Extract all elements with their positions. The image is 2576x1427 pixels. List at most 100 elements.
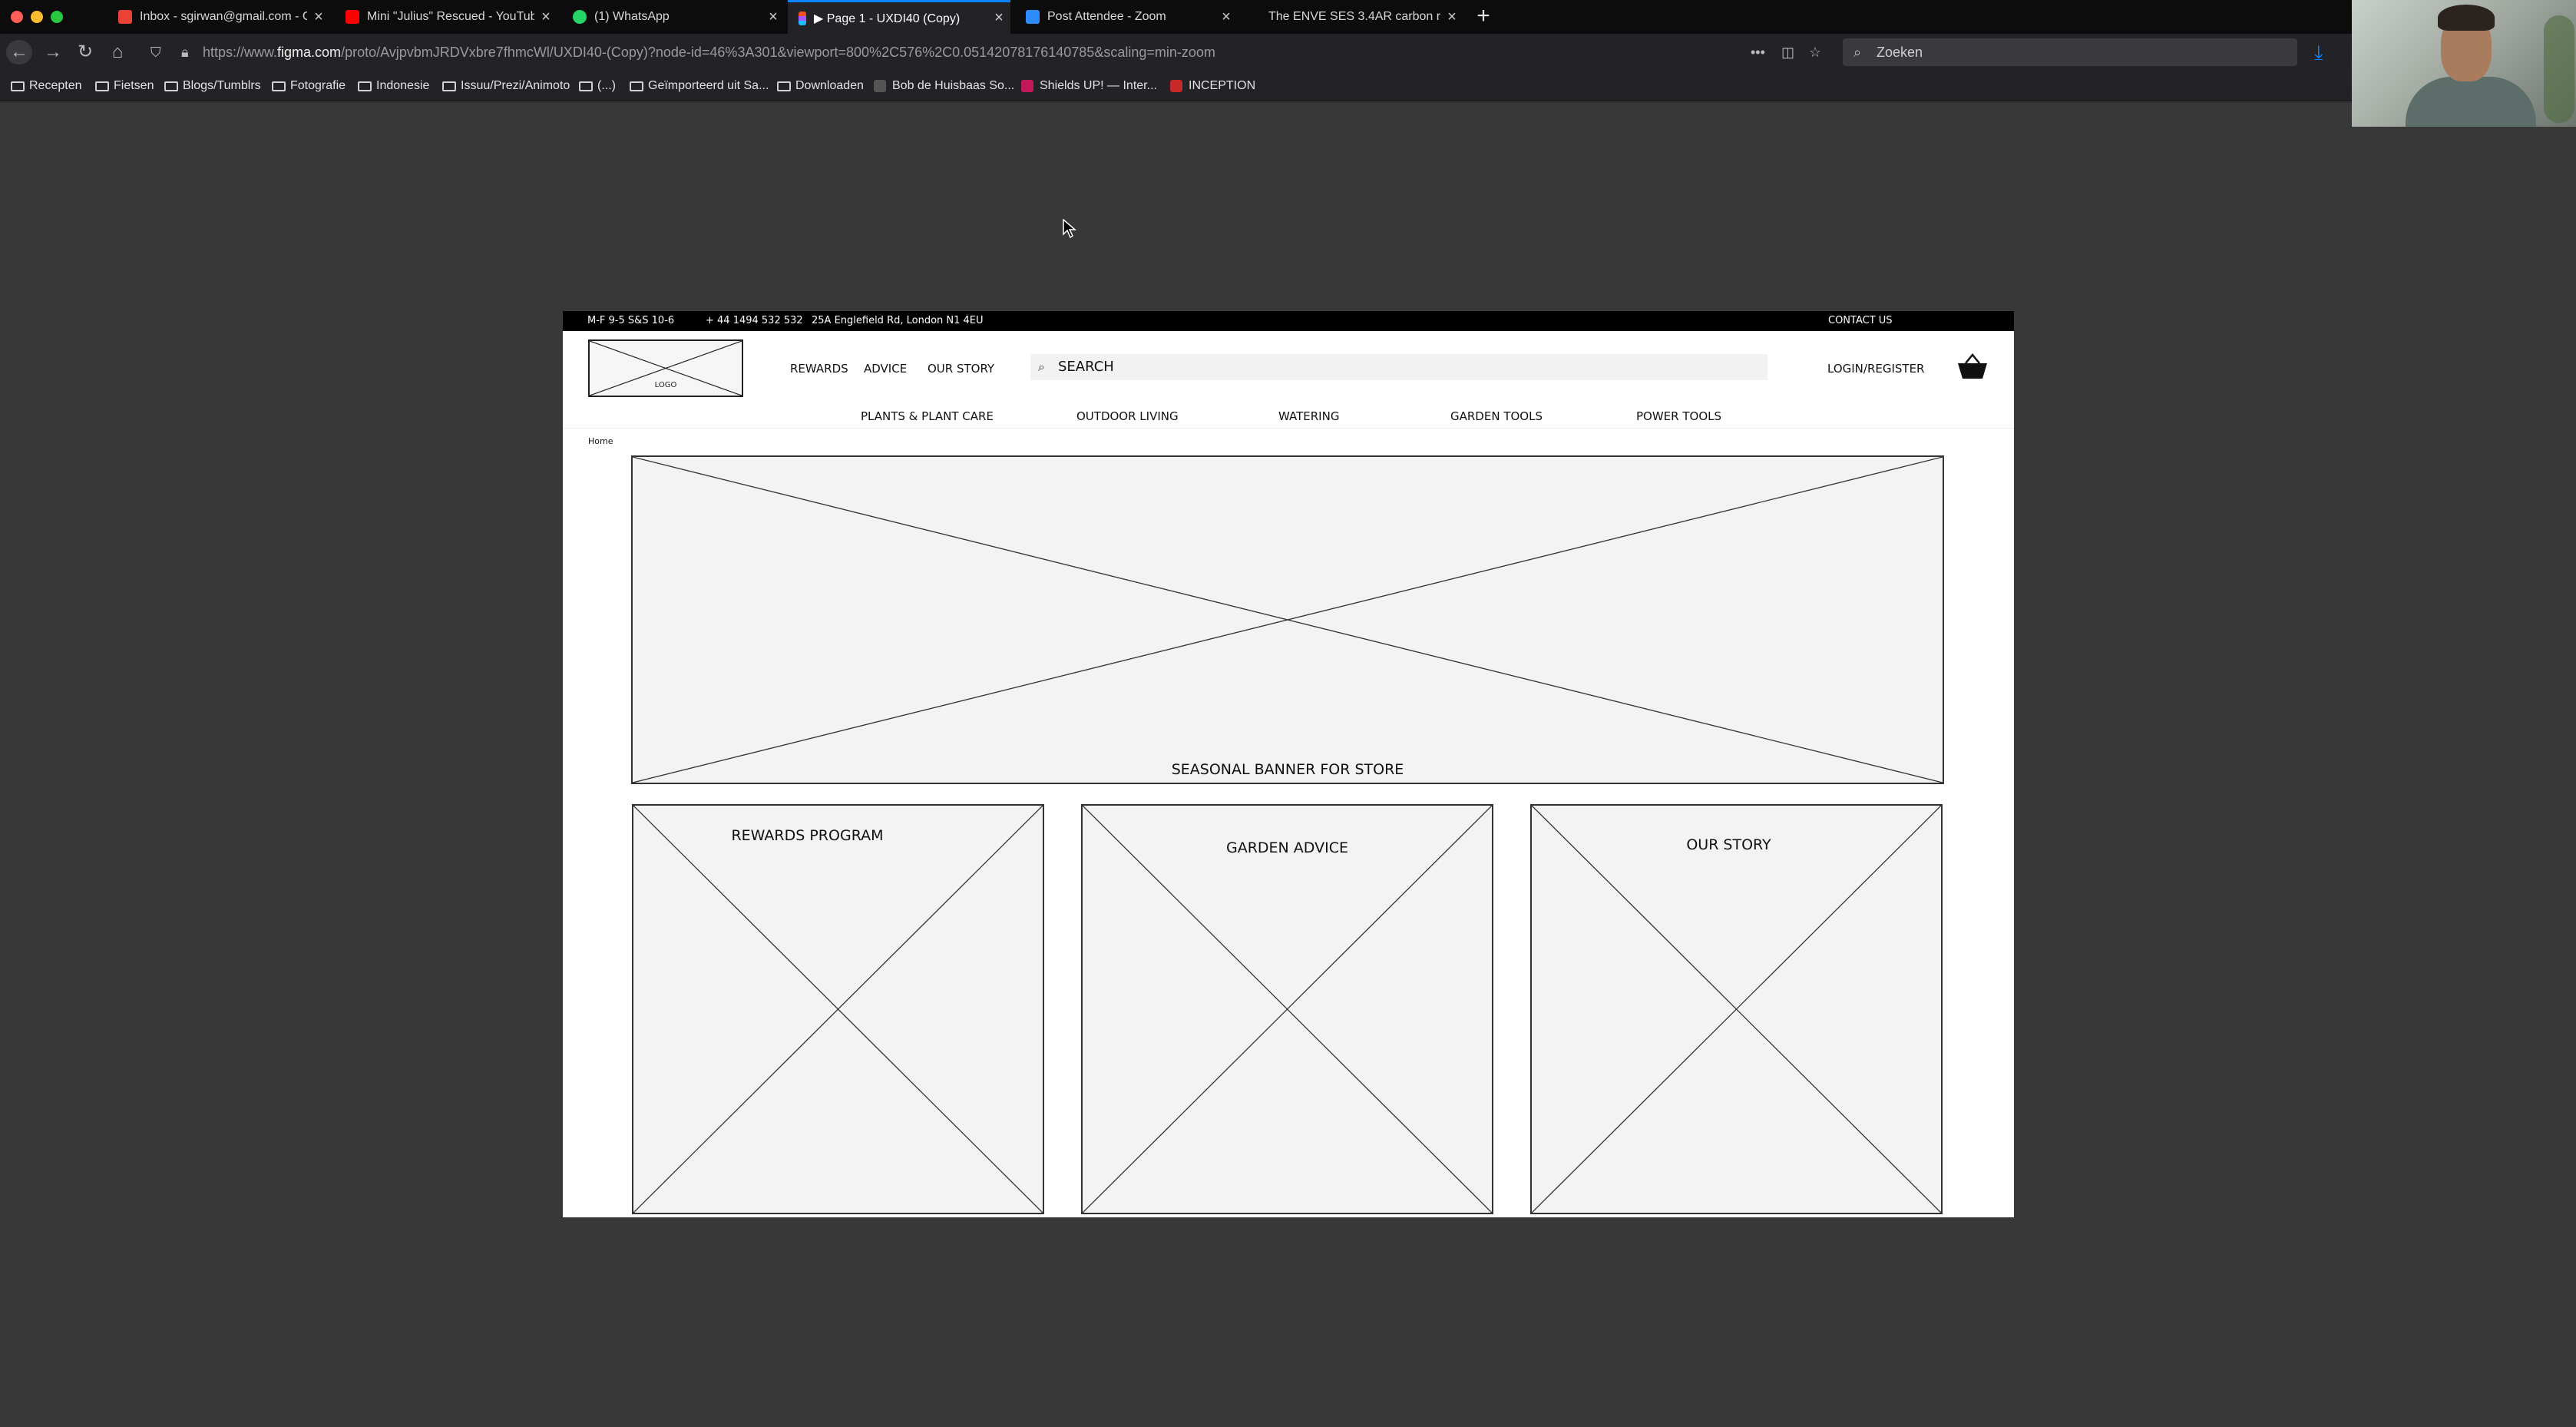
bookmark-folder[interactable]: Blogs/Tumblrs: [164, 71, 261, 101]
more-icon[interactable]: •••: [1751, 45, 1765, 60]
webcam-video: [2352, 0, 2576, 127]
close-icon[interactable]: ×: [762, 8, 785, 26]
category-plants[interactable]: PLANTS & PLANT CARE: [861, 409, 994, 423]
category-outdoor-living[interactable]: OUTDOOR LIVING: [1076, 409, 1179, 423]
tab-label: ▶ Page 1 - UXDI40 (Copy): [814, 12, 961, 25]
prototype-frame: M-F 9-5 S&S 10-6 + 44 1494 532 532 25A E…: [563, 311, 2014, 1217]
tab-figma[interactable]: ▶ Page 1 - UXDI40 (Copy) ×: [788, 0, 1010, 34]
search-input[interactable]: ⌕ Zoeken: [1843, 38, 2297, 66]
back-button[interactable]: ←: [6, 40, 32, 65]
bookmark-folder[interactable]: Geïmporteerd uit Sa...: [630, 71, 769, 101]
garden-advice-card[interactable]: GARDEN ADVICE: [1081, 804, 1493, 1214]
bookmark-label: Issuu/Prezi/Animoto: [461, 79, 570, 92]
card-label: GARDEN ADVICE: [1226, 839, 1348, 856]
home-button[interactable]: ⌂: [104, 40, 131, 65]
breadcrumb[interactable]: Home: [588, 436, 613, 446]
folder-icon: [272, 81, 286, 91]
shield-icon: [1021, 80, 1033, 92]
folder-icon: [11, 81, 25, 91]
nav-our-story[interactable]: OUR STORY: [928, 362, 994, 376]
tab-youtube[interactable]: Mini "Julius" Rescued - YouTube ×: [335, 0, 557, 34]
nav-advice[interactable]: ADVICE: [864, 362, 907, 376]
bookmark-star-icon[interactable]: ☆: [1809, 45, 1821, 60]
seasonal-banner-placeholder[interactable]: SEASONAL BANNER FOR STORE: [631, 455, 1944, 784]
site-icon: [1170, 80, 1182, 92]
lock-icon: 🔒︎: [181, 45, 189, 60]
contact-us-link[interactable]: CONTACT US: [1828, 311, 1893, 331]
folder-icon: [358, 81, 372, 91]
basket-icon[interactable]: [1955, 353, 1990, 382]
bookmark-label: Bob de Huisbaas So...: [892, 79, 1015, 92]
shield-icon[interactable]: ⛉: [150, 45, 161, 60]
new-tab-button[interactable]: +: [1470, 3, 1496, 31]
url-bar[interactable]: https://www.figma.com/proto/AvjpvbmJRDVx…: [203, 38, 1892, 66]
folder-icon: [630, 81, 643, 91]
tab-gmail[interactable]: Inbox - sgirwan@gmail.com - G ×: [107, 0, 330, 34]
opening-hours: M-F 9-5 S&S 10-6: [587, 315, 675, 326]
bookmark-label: Fietsen: [114, 79, 154, 92]
search-placeholder: Zoeken: [1877, 45, 1923, 60]
bookmark-folder[interactable]: Indonesie: [358, 71, 429, 101]
our-story-card[interactable]: OUR STORY: [1530, 804, 1943, 1214]
card-cross: [633, 806, 1043, 1213]
forward-button[interactable]: →: [40, 40, 66, 65]
browser-tab-bar: Inbox - sgirwan@gmail.com - G × Mini "Ju…: [0, 0, 2352, 34]
bookmark-folder[interactable]: Issuu/Prezi/Animoto: [442, 71, 570, 101]
window-minimize-button[interactable]: [31, 11, 43, 23]
download-icon[interactable]: ⤓: [2314, 41, 2323, 63]
close-icon[interactable]: ×: [1215, 8, 1238, 26]
category-garden-tools[interactable]: GARDEN TOOLS: [1450, 409, 1543, 423]
login-register-link[interactable]: LOGIN/REGISTER: [1827, 362, 1924, 376]
close-icon[interactable]: ×: [987, 9, 1010, 27]
card-label: REWARDS PROGRAM: [731, 827, 884, 844]
site-icon: [874, 80, 886, 92]
bookmark-label: Downloaden: [795, 79, 864, 92]
bookmark-label: Recepten: [29, 79, 82, 92]
logo-label: LOGO: [654, 381, 677, 389]
bookmark-folder[interactable]: Downloaden: [777, 71, 864, 101]
tab-zoom[interactable]: Post Attendee - Zoom ×: [1015, 0, 1238, 34]
person-body: [2406, 77, 2536, 127]
store-info-strip: M-F 9-5 S&S 10-6 + 44 1494 532 532 25A E…: [563, 311, 2014, 331]
rewards-program-card[interactable]: REWARDS PROGRAM: [632, 804, 1044, 1214]
bookmark-link[interactable]: INCEPTION: [1170, 71, 1255, 101]
person-hair: [2438, 5, 2495, 31]
bookmark-folder[interactable]: Recepten: [11, 71, 82, 101]
card-cross: [1532, 806, 1941, 1213]
divider: [563, 428, 2014, 429]
bookmark-label: Geïmporteerd uit Sa...: [648, 79, 769, 92]
window-close-button[interactable]: [11, 11, 23, 23]
tab-label: (1) WhatsApp: [594, 10, 670, 23]
category-watering[interactable]: WATERING: [1278, 409, 1339, 423]
close-icon[interactable]: ×: [1440, 8, 1463, 26]
tab-enve[interactable]: The ENVE SES 3.4AR carbon ro ×: [1241, 0, 1463, 34]
bookmark-folder[interactable]: Fietsen: [95, 71, 154, 101]
browser-toolbar: ← → ↻ ⌂ ⛉ 🔒︎ https://www.figma.com/proto…: [0, 34, 2352, 71]
folder-icon: [442, 81, 456, 91]
close-icon[interactable]: ×: [534, 8, 557, 26]
category-power-tools[interactable]: POWER TOOLS: [1636, 409, 1721, 423]
banner-cross: [633, 457, 1943, 783]
close-icon[interactable]: ×: [307, 8, 330, 26]
search-icon: ⌕: [1038, 359, 1045, 374]
nav-rewards[interactable]: REWARDS: [790, 362, 848, 376]
reload-button[interactable]: ↻: [72, 40, 98, 65]
folder-icon: [95, 81, 109, 91]
card-label: OUR STORY: [1686, 836, 1771, 853]
bookmark-link[interactable]: Bob de Huisbaas So...: [874, 71, 1014, 101]
gmail-icon: [118, 10, 132, 24]
bookmark-folder[interactable]: (...): [579, 71, 616, 101]
bookmark-label: Shields UP! — Inter...: [1040, 79, 1157, 92]
pocket-icon[interactable]: ◫: [1781, 45, 1794, 60]
store-address: 25A Englefield Rd, London N1 4EU: [812, 315, 984, 326]
background-plant: [2544, 15, 2574, 123]
tab-whatsapp[interactable]: (1) WhatsApp ×: [562, 0, 785, 34]
search-input[interactable]: ⌕ SEARCH: [1030, 354, 1767, 380]
bookmark-link[interactable]: Shields UP! — Inter...: [1021, 71, 1157, 101]
logo-placeholder[interactable]: LOGO: [588, 339, 743, 397]
folder-icon: [579, 81, 593, 91]
bookmark-folder[interactable]: Fotografie: [272, 71, 346, 101]
window-zoom-button[interactable]: [51, 11, 63, 23]
figma-icon: [799, 11, 806, 25]
card-cross: [1083, 806, 1492, 1213]
